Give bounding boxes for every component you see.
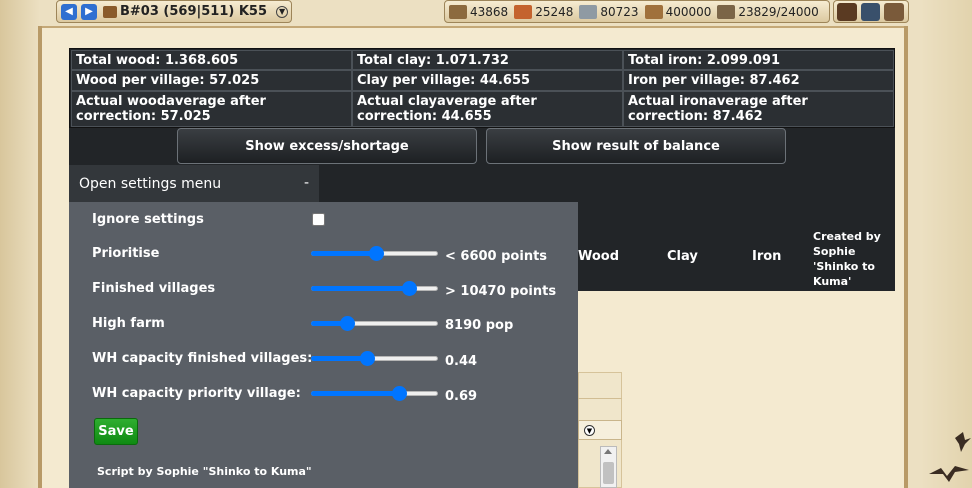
iron-per-village: Iron per village: 87.462 (623, 70, 894, 91)
settings-menu-toggle[interactable]: Open settings menu - (69, 165, 319, 203)
wh-capacity-finished-slider[interactable] (311, 350, 438, 366)
shield-icon[interactable] (860, 2, 881, 21)
prioritise-slider[interactable] (311, 245, 438, 261)
wood-per-village: Wood per village: 57.025 (71, 70, 352, 91)
ignore-settings-label: Ignore settings (92, 212, 204, 227)
wood-average-corrected: Actual woodaverage after correction: 57.… (71, 91, 352, 127)
resource-storage: 400000 (644, 4, 712, 19)
population-icon (717, 4, 736, 19)
wh-capacity-finished-value: 0.44 (445, 354, 478, 369)
clay-per-village: Clay per village: 44.655 (352, 70, 623, 91)
wh-capacity-priority-label: WH capacity priority village: (92, 386, 301, 401)
column-iron: Iron (752, 249, 782, 264)
background-divider (578, 398, 622, 399)
clay-icon (514, 4, 533, 19)
next-village-button[interactable]: ▶ (81, 3, 97, 20)
clay-amount: 25248 (535, 4, 574, 19)
slider-thumb[interactable] (369, 246, 384, 261)
column-wood: Wood (578, 249, 620, 264)
slider-thumb[interactable] (392, 386, 407, 401)
village-icon (103, 5, 117, 18)
total-wood: Total wood: 1.368.605 (71, 50, 352, 70)
iron-icon (579, 4, 598, 19)
scroll-up-icon[interactable] (604, 449, 612, 454)
slider-fill (311, 251, 376, 256)
wood-icon (449, 4, 467, 19)
collapse-icon[interactable]: - (304, 175, 309, 191)
wood-amount: 43868 (470, 4, 509, 19)
slider-fill (311, 391, 399, 396)
high-farm-label: High farm (92, 316, 165, 331)
show-balance-result-button[interactable]: Show result of balance (486, 128, 786, 164)
finished-villages-slider[interactable] (311, 280, 438, 296)
iron-average-corrected: Actual ironaverage after correction: 87.… (623, 91, 894, 127)
slider-thumb[interactable] (360, 351, 375, 366)
quick-icons (833, 0, 909, 23)
resource-population: 23829/24000 (717, 4, 819, 19)
resource-bar: 43868 25248 80723 400000 23829/24000 (444, 0, 830, 23)
prioritise-label: Prioritise (92, 246, 160, 261)
settings-menu-title: Open settings menu (79, 176, 222, 192)
storage-amount: 400000 (665, 4, 712, 19)
column-clay: Clay (667, 249, 698, 264)
frame-right-border (904, 26, 908, 488)
top-bar: ◀ ▶ B#03 (569|511) K55 ▼ 43868 25248 807… (0, 0, 972, 24)
wh-capacity-priority-slider[interactable] (311, 385, 438, 401)
population-amount: 23829/24000 (738, 4, 819, 19)
wh-capacity-finished-label: WH capacity finished villages: (92, 351, 313, 366)
storage-icon (644, 4, 663, 19)
character-icon[interactable] (884, 2, 905, 21)
finished-villages-value: > 10470 points (445, 284, 557, 299)
script-credit: Script by Sophie "Shinko to Kuma" (97, 465, 312, 478)
ignore-settings-checkbox[interactable] (312, 213, 325, 226)
wh-capacity-priority-value: 0.69 (445, 389, 478, 404)
total-clay: Total clay: 1.071.732 (352, 50, 623, 70)
resource-wood: 43868 (449, 4, 509, 19)
select-arrow-icon[interactable]: ▼ (584, 425, 595, 436)
created-by-credit: Created by Sophie 'Shinko to Kuma' (813, 230, 881, 288)
previous-village-button[interactable]: ◀ (61, 3, 77, 20)
slider-fill (311, 356, 367, 361)
total-iron: Total iron: 2.099.091 (623, 50, 894, 70)
iron-amount: 80723 (600, 4, 639, 19)
high-farm-value: 8190 pop (445, 318, 514, 333)
save-button[interactable]: Save (94, 418, 138, 445)
slider-fill (311, 286, 409, 291)
show-excess-shortage-button[interactable]: Show excess/shortage (177, 128, 477, 164)
scrollbar-thumb[interactable] (603, 462, 614, 484)
slider-thumb[interactable] (402, 281, 417, 296)
high-farm-slider[interactable] (311, 315, 438, 331)
birds-decoration (929, 432, 971, 482)
finished-villages-label: Finished villages (92, 281, 216, 296)
village-dropdown-icon[interactable]: ▼ (276, 5, 289, 18)
village-switcher: ◀ ▶ B#03 (569|511) K55 ▼ (56, 0, 292, 23)
chest-icon[interactable] (837, 2, 857, 21)
clay-average-corrected: Actual clayaverage after correction: 44.… (352, 91, 623, 127)
prioritise-value: < 6600 points (445, 249, 548, 264)
resource-iron: 80723 (579, 4, 639, 19)
resource-stats-table: Total wood: 1.368.605 Total clay: 1.071.… (69, 48, 895, 128)
resource-clay: 25248 (514, 4, 574, 19)
village-name[interactable]: B#03 (569|511) K55 (120, 4, 267, 19)
slider-thumb[interactable] (340, 316, 355, 331)
